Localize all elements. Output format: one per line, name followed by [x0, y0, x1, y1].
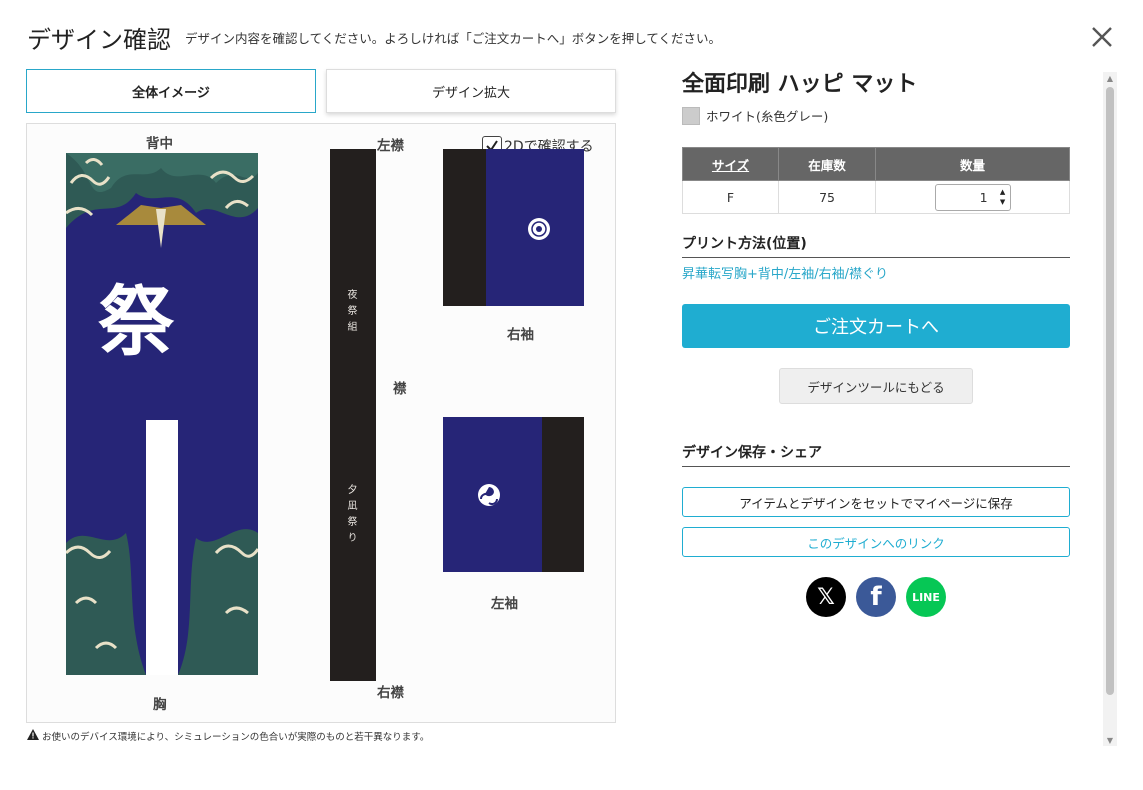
color-label: ホワイト(糸色グレー): [706, 109, 829, 124]
increment-icon[interactable]: ▲: [1000, 187, 1005, 197]
back-label: 背中: [146, 136, 173, 152]
collar-panel: 夜祭組 夕凪祭り: [330, 149, 376, 681]
facebook-share-icon[interactable]: f: [856, 577, 896, 617]
scroll-thumb[interactable]: [1106, 87, 1114, 695]
qty-cell: 1 ▲ ▼: [875, 180, 1070, 214]
product-title: 全面印刷 ハッピ マット: [682, 72, 918, 97]
back-emblem: 祭: [98, 277, 175, 366]
print-method-heading: プリント方法(位置): [682, 233, 1070, 258]
dialog-description: デザイン内容を確認してください。よろしければ「ご注文カートへ」ボタンを押してくだ…: [185, 31, 722, 46]
tab-overall-image[interactable]: 全体イメージ: [26, 69, 316, 113]
right-collar-label: 右襟: [377, 685, 404, 701]
table-row: F 75 1 ▲ ▼: [681, 180, 1070, 214]
print-method-value: 昇華転写胸+背中/左袖/右袖/襟ぐり: [682, 267, 889, 282]
tab-design-zoom[interactable]: デザイン拡大: [326, 69, 616, 113]
back-to-tool-button[interactable]: デザインツールにもどる: [779, 368, 973, 404]
quantity-stepper[interactable]: 1 ▲ ▼: [934, 183, 1011, 211]
save-mypage-button[interactable]: アイテムとデザインをセットでマイページに保存: [682, 487, 1070, 517]
line-share-icon[interactable]: LINE: [906, 577, 946, 617]
qty-header: 数量: [875, 147, 1070, 181]
size-header-link[interactable]: サイズ: [712, 158, 749, 173]
collar-text-bottom: 夕凪祭り: [345, 484, 356, 548]
share-heading: デザイン保存・シェア: [682, 442, 1070, 467]
chest-label: 胸: [153, 697, 167, 713]
right-sleeve-panel: [443, 149, 584, 306]
warning-icon: [27, 729, 39, 743]
cart-button[interactable]: ご注文カートへ: [682, 304, 1070, 348]
tab-label: デザイン拡大: [431, 85, 510, 101]
collar-label: 襟: [393, 381, 407, 397]
right-sleeve-label: 右袖: [507, 327, 534, 343]
quantity-value[interactable]: 1: [936, 190, 996, 205]
warning-text: お使いのデバイス環境により、シミュレーションの色合いが実際のものと若干異なります…: [42, 732, 430, 743]
close-icon[interactable]: [1089, 24, 1115, 50]
scroll-down-icon[interactable]: ▼: [1103, 734, 1117, 746]
decrement-icon[interactable]: ▼: [1000, 197, 1005, 207]
design-preview: 背中 祭 胸 左襟 夜祭組 夕凪祭り 襟 右襟 2Dで確認する 右袖 左袖: [26, 123, 616, 723]
scroll-up-icon[interactable]: ▲: [1103, 72, 1117, 84]
size-header[interactable]: サイズ: [681, 147, 780, 181]
x-share-icon[interactable]: 𝕏: [806, 577, 846, 617]
color-warning: お使いのデバイス環境により、シミュレーションの色合いが実際のものと若干異なります…: [27, 729, 429, 743]
color-swatch: [682, 106, 700, 125]
left-sleeve-label: 左袖: [491, 596, 518, 612]
back-panel: 祭: [64, 153, 260, 675]
left-sleeve-panel: [443, 417, 584, 572]
collar-text-top: 夜祭組: [345, 289, 356, 337]
stock-header: 在庫数: [778, 147, 877, 181]
back-panel-artwork: 祭: [64, 153, 260, 675]
size-cell: F: [681, 180, 780, 214]
dialog-title: デザイン確認: [27, 26, 171, 54]
stock-cell: 75: [778, 180, 877, 214]
color-info: ホワイト(糸色グレー): [682, 106, 828, 125]
left-collar-label: 左襟: [377, 138, 404, 154]
scrollbar[interactable]: ▲ ▼: [1103, 72, 1117, 746]
stock-table: サイズ 在庫数 数量 F 75 1 ▲ ▼: [681, 147, 1070, 214]
tab-label: 全体イメージ: [132, 85, 210, 101]
design-link-button[interactable]: このデザインへのリンク: [682, 527, 1070, 557]
